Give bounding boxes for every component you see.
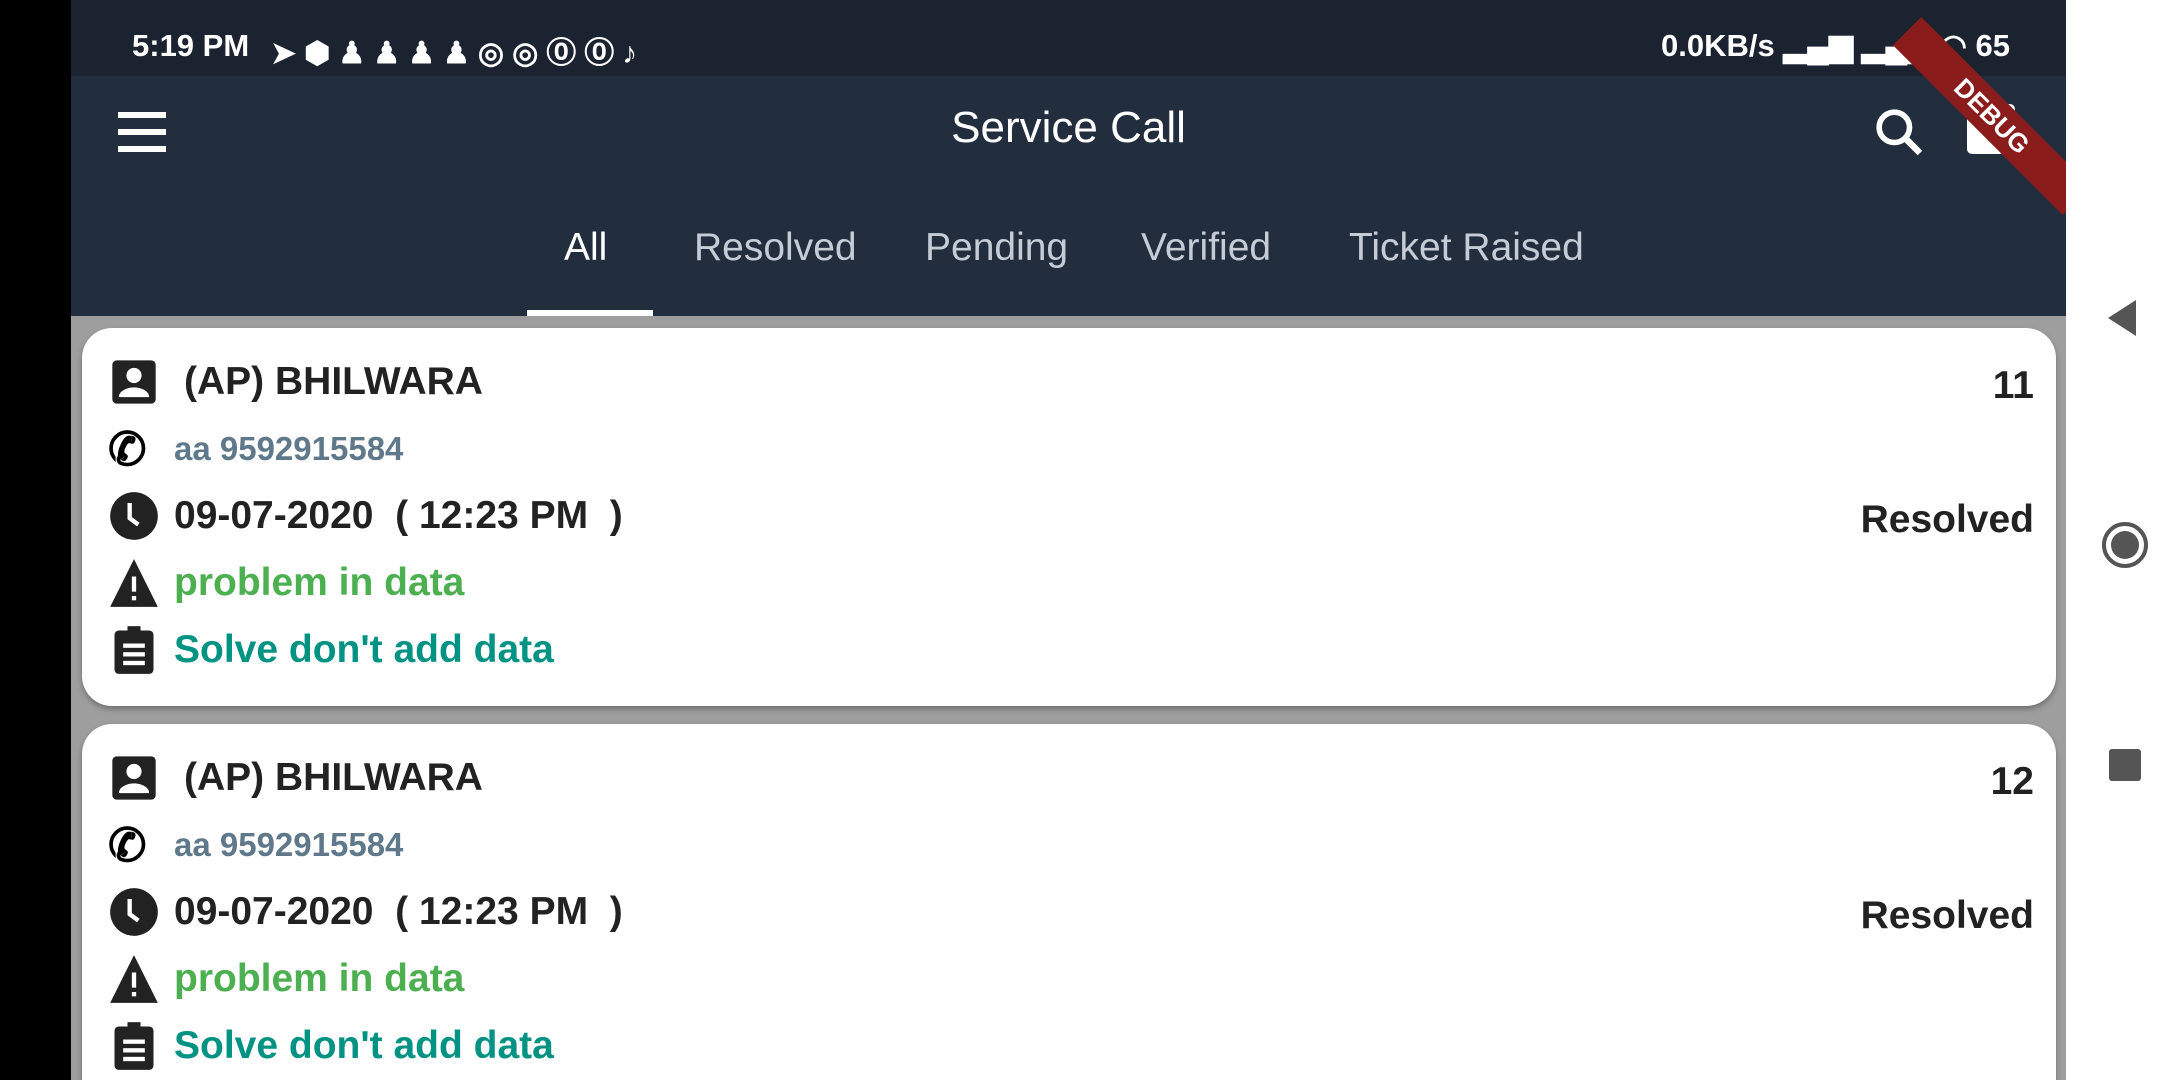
clipboard-icon [114, 1022, 154, 1070]
solution-text: Solve don't add data [174, 1024, 554, 1067]
call-id: 11 [1992, 364, 2034, 407]
battery-icon: 65 [1975, 28, 2010, 63]
solution-text: Solve don't add data [174, 628, 554, 671]
service-call-card[interactable]: (AP) BHILWARA 11 ✆ aa 9592915584 09-07-20… [82, 328, 2056, 706]
phone-number: aa 9592915584 [174, 826, 404, 863]
page-title: Service Call [951, 103, 1186, 152]
person-icon [112, 360, 156, 404]
recents-icon[interactable] [2109, 749, 2141, 781]
call-datetime: 09-07-2020 ( 12:23 PM ) [174, 890, 623, 933]
clipboard-icon [114, 626, 154, 674]
status-time: 5:19 PM [132, 28, 250, 63]
tab-all[interactable]: All [564, 220, 607, 316]
system-nav-bar [2066, 0, 2160, 1080]
tab-resolved[interactable]: Resolved [694, 220, 857, 316]
tab-indicator [527, 310, 653, 316]
tab-pending[interactable]: Pending [925, 220, 1068, 316]
notification-icons: ➤⬢♟♟♟♟◎◎⓪⓪♪ [271, 37, 646, 70]
search-icon[interactable] [1871, 104, 1927, 160]
tab-bar: All Resolved Pending Verified Ticket Rai… [71, 220, 2066, 316]
app-bar: Service Call + All Resolved Pending Veri… [71, 17, 2066, 316]
person-icon [112, 756, 156, 800]
tab-ticket-raised[interactable]: Ticket Raised [1349, 220, 1584, 316]
home-icon[interactable] [2101, 521, 2149, 569]
service-call-card[interactable]: (AP) BHILWARA 12 ✆ aa 9592915584 09-07-20… [82, 724, 2056, 1080]
net-speed: 0.0KB/s [1660, 28, 1775, 63]
app: 5:19 PM ➤⬢♟♟♟♟◎◎⓪⓪♪ 0.0KB/s ▂▄▆ ▂▄▆ ◠ 65… [71, 0, 2066, 1080]
call-status: Resolved [1860, 894, 2034, 937]
phone-icon: ✆ [108, 819, 147, 871]
problem-text: problem in data [174, 957, 465, 1000]
clock-icon [110, 888, 158, 936]
call-status: Resolved [1860, 498, 2034, 541]
status-bar: 5:19 PM ➤⬢♟♟♟♟◎◎⓪⓪♪ 0.0KB/s ▂▄▆ ▂▄▆ ◠ 65 [71, 0, 2066, 76]
warning-icon [110, 955, 158, 1003]
back-icon[interactable] [2106, 298, 2138, 338]
customer-name: (AP) BHILWARA [184, 756, 483, 799]
phone-number: aa 9592915584 [174, 430, 404, 467]
call-id: 12 [1990, 760, 2034, 803]
customer-name: (AP) BHILWARA [184, 360, 483, 403]
call-datetime: 09-07-2020 ( 12:23 PM ) [174, 494, 623, 537]
phone-icon: ✆ [108, 423, 147, 475]
clock-icon [110, 492, 158, 540]
tab-verified[interactable]: Verified [1141, 220, 1271, 316]
left-edge [0, 0, 71, 1080]
problem-text: problem in data [174, 561, 465, 604]
warning-icon [110, 559, 158, 607]
